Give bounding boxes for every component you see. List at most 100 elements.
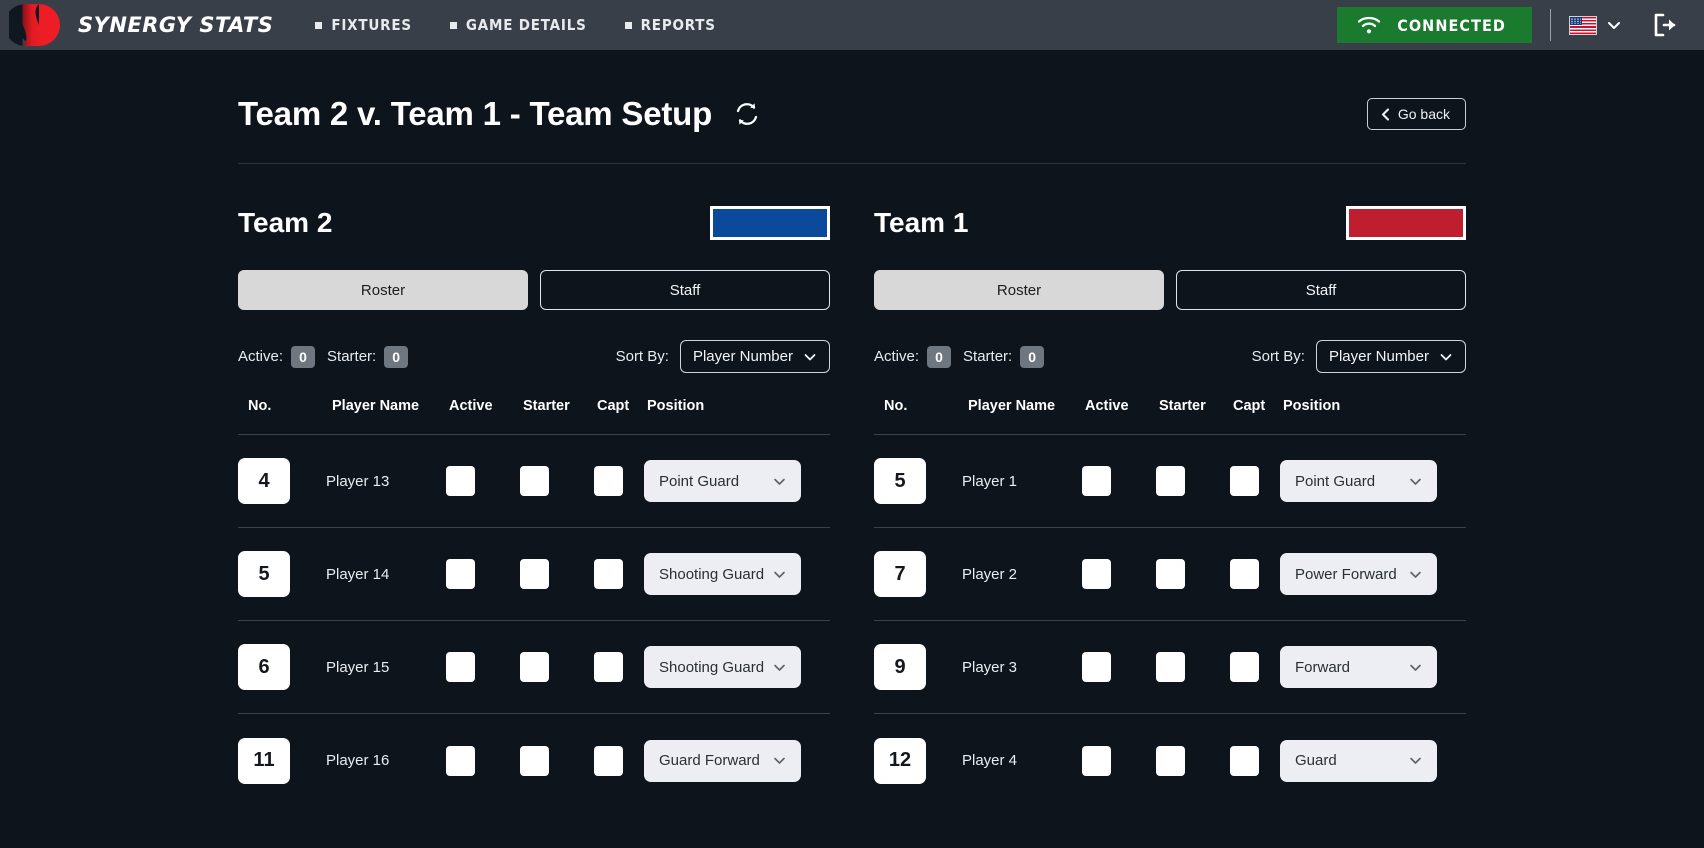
col-position: Position <box>647 398 705 414</box>
roster-rows-left: 4 Player 13 Point Guard 5 Player 14 Shooting … <box>238 435 830 807</box>
us-flag-icon[interactable] <box>1569 15 1597 35</box>
roster-row-right-3: 12 Player 4 Guard <box>874 714 1466 807</box>
starter-checkbox[interactable] <box>520 466 549 496</box>
team-color-swatch-left[interactable] <box>710 206 830 240</box>
capt-checkbox[interactable] <box>1230 745 1259 776</box>
player-number-input[interactable]: 12 <box>874 737 926 784</box>
app-logo[interactable] <box>0 0 78 50</box>
capt-checkbox[interactable] <box>594 745 623 776</box>
capt-checkbox[interactable] <box>594 652 623 682</box>
counters-right: Active: 0 Starter: 0 <box>874 345 1045 368</box>
nav-item-fixtures[interactable]: FIXTURES <box>315 16 412 34</box>
player-number-input[interactable]: 5 <box>238 551 290 597</box>
active-count-left: 0 <box>291 345 316 368</box>
position-select[interactable]: Power Forward <box>1280 553 1437 595</box>
position-value: Guard <box>1295 752 1337 769</box>
position-cell: Shooting Guard <box>644 553 830 595</box>
nav-item-game-details-label: GAME DETAILS <box>465 16 587 34</box>
refresh-button[interactable] <box>734 101 760 127</box>
starter-label: Starter: <box>327 348 377 365</box>
col-starter: Starter <box>523 398 570 414</box>
player-name-cell: Player 2 <box>962 565 1018 583</box>
active-cell <box>1082 559 1156 589</box>
player-number-cell: 5 <box>874 458 962 504</box>
capt-checkbox[interactable] <box>594 466 623 496</box>
sort-by-select-right[interactable]: Player Number <box>1315 340 1466 373</box>
sort-control-right: Sort By: Player Number <box>1252 340 1466 373</box>
tab-roster-right[interactable]: Roster <box>874 270 1164 310</box>
player-number-input[interactable]: 6 <box>238 644 290 690</box>
sort-by-select-left[interactable]: Player Number <box>679 340 830 373</box>
position-select[interactable]: Guard <box>1280 739 1437 782</box>
nav-item-reports[interactable]: REPORTS <box>624 16 716 34</box>
active-checkbox[interactable] <box>446 466 475 496</box>
capt-cell <box>1230 652 1280 682</box>
col-capt: Capt <box>1233 398 1266 414</box>
flag-canton <box>1570 16 1582 25</box>
position-select[interactable]: Point Guard <box>1280 460 1437 502</box>
position-select[interactable]: Shooting Guard <box>644 646 801 688</box>
col-no: No. <box>884 398 908 414</box>
nav-item-game-details[interactable]: GAME DETAILS <box>449 16 587 34</box>
capt-checkbox[interactable] <box>594 559 623 589</box>
position-cell: Point Guard <box>1280 460 1466 502</box>
starter-counter-right: Starter: 0 <box>963 345 1045 368</box>
active-checkbox[interactable] <box>1082 559 1111 589</box>
player-number-input[interactable]: 9 <box>874 644 926 690</box>
nav-links: FIXTURES GAME DETAILS REPORTS <box>315 16 715 34</box>
tab-staff-left[interactable]: Staff <box>540 270 830 310</box>
player-name-cell: Player 13 <box>326 472 390 490</box>
starter-checkbox[interactable] <box>1156 466 1185 496</box>
nav-item-fixtures-label: FIXTURES <box>331 16 412 34</box>
sort-by-value-right: Player Number <box>1328 348 1429 365</box>
position-cell: Shooting Guard <box>644 646 830 688</box>
col-position: Position <box>1283 398 1341 414</box>
capt-checkbox[interactable] <box>1230 652 1259 682</box>
sort-control-left: Sort By: Player Number <box>616 340 830 373</box>
starter-checkbox[interactable] <box>1156 652 1185 682</box>
connection-status-badge[interactable]: CONNECTED <box>1337 7 1532 43</box>
starter-checkbox[interactable] <box>520 745 549 776</box>
position-select[interactable]: Point Guard <box>644 460 801 502</box>
go-back-button[interactable]: Go back <box>1366 98 1466 130</box>
roster-row-left-2: 6 Player 15 Shooting Guard <box>238 621 830 714</box>
active-checkbox[interactable] <box>446 559 475 589</box>
square-bullet-icon <box>315 21 323 29</box>
col-no: No. <box>248 398 272 414</box>
active-checkbox[interactable] <box>1082 652 1111 682</box>
position-cell: Power Forward <box>1280 553 1466 595</box>
starter-checkbox[interactable] <box>520 652 549 682</box>
tab-staff-right[interactable]: Staff <box>1176 270 1466 310</box>
square-bullet-icon <box>624 21 632 29</box>
team-panel-left: Team 2 Roster Staff Active: 0 Starter: 0 <box>238 206 830 807</box>
capt-checkbox[interactable] <box>1230 559 1259 589</box>
col-capt: Capt <box>597 398 630 414</box>
team-tabs-left: Roster Staff <box>238 270 830 310</box>
player-number-input[interactable]: 4 <box>238 458 290 504</box>
capt-checkbox[interactable] <box>1230 466 1259 496</box>
tab-roster-left[interactable]: Roster <box>238 270 528 310</box>
chevron-down-icon[interactable] <box>1606 17 1622 33</box>
team-name-right: Team 1 <box>874 207 969 238</box>
position-select[interactable]: Forward <box>1280 646 1437 688</box>
position-value: Power Forward <box>1295 565 1397 583</box>
starter-checkbox[interactable] <box>520 559 549 589</box>
logout-icon[interactable] <box>1652 13 1678 37</box>
starter-checkbox[interactable] <box>1156 745 1185 776</box>
active-label: Active: <box>874 348 920 365</box>
starter-checkbox[interactable] <box>1156 559 1185 589</box>
active-checkbox[interactable] <box>1082 745 1111 776</box>
player-name-cell: Player 16 <box>326 752 390 769</box>
active-checkbox[interactable] <box>446 745 475 776</box>
position-select[interactable]: Shooting Guard <box>644 553 801 595</box>
team-color-swatch-right[interactable] <box>1346 206 1466 240</box>
page-header: Team 2 v. Team 1 - Team Setup Go back <box>238 50 1466 164</box>
page-container: Team 2 v. Team 1 - Team Setup Go back Te… <box>0 50 1704 807</box>
position-select[interactable]: Guard Forward <box>644 739 801 782</box>
player-number-input[interactable]: 7 <box>874 551 926 597</box>
active-checkbox[interactable] <box>1082 466 1111 496</box>
active-checkbox[interactable] <box>446 652 475 682</box>
player-number-input[interactable]: 5 <box>874 458 926 504</box>
roster-rows-right: 5 Player 1 Point Guard 7 Player 2 Power Forwa… <box>874 435 1466 807</box>
player-number-input[interactable]: 11 <box>238 737 290 784</box>
